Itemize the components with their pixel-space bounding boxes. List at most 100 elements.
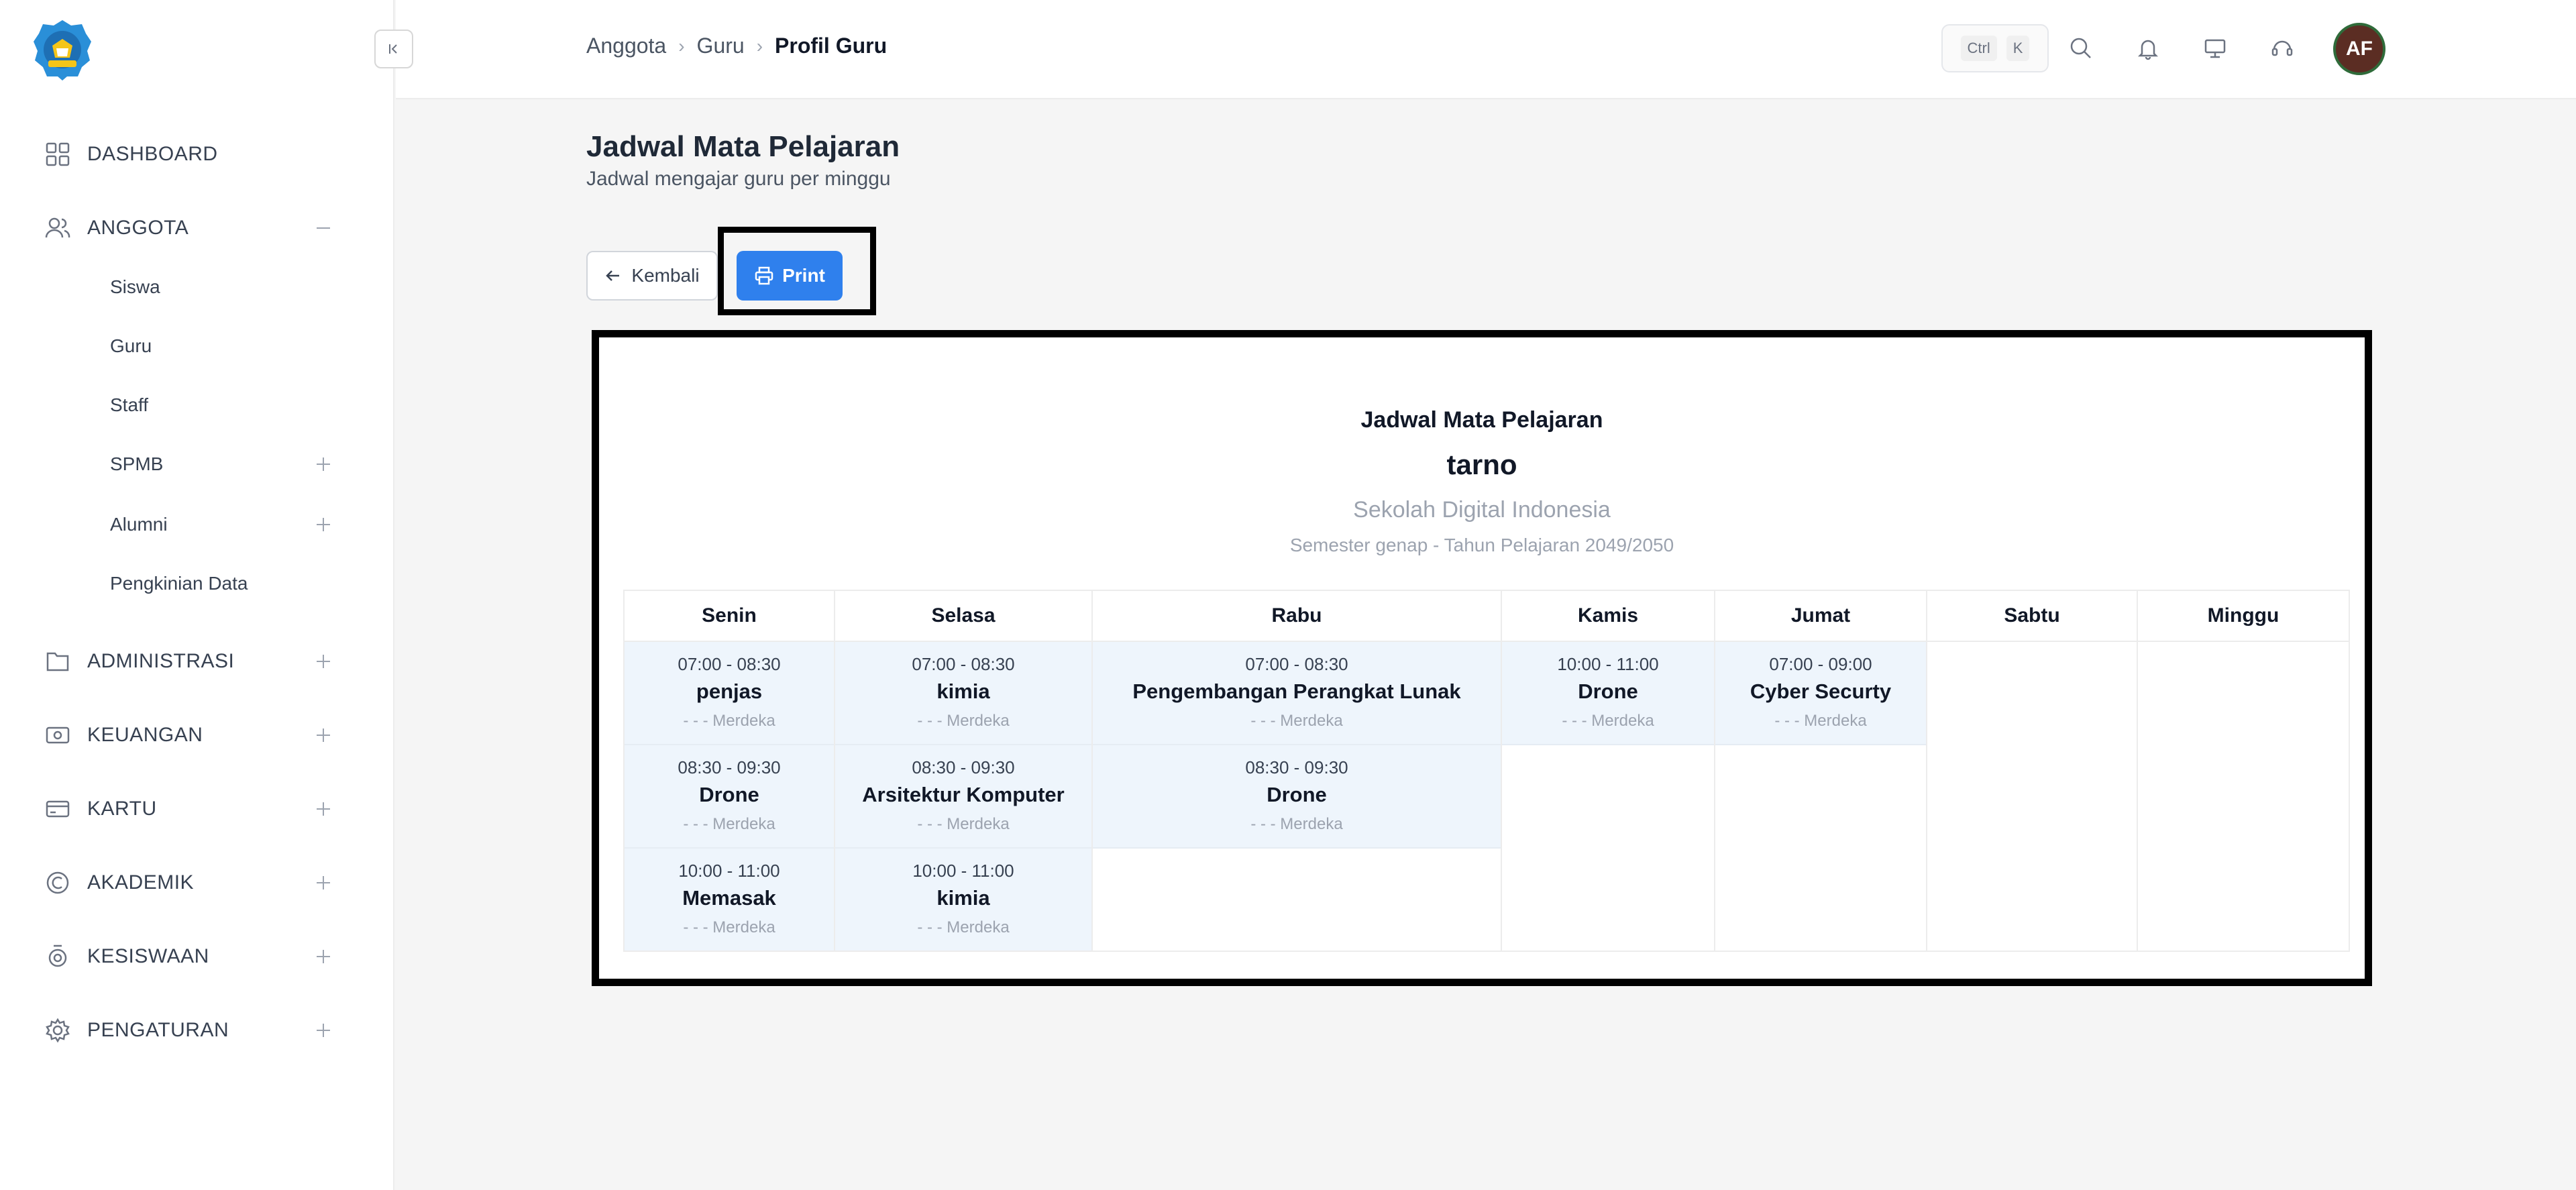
plus-icon[interactable] [313, 1020, 334, 1041]
entry-time: 08:30 - 09:30 [678, 757, 781, 777]
page-subtitle: Jadwal mengajar guru per minggu [586, 168, 891, 190]
entry-subject: penjas [696, 680, 763, 703]
entry-subject: Pengembangan Perangkat Lunak [1132, 680, 1461, 703]
print-button[interactable]: Print [737, 251, 843, 301]
schedule-title: Jadwal Mata Pelajaran [1360, 407, 1603, 433]
plus-icon[interactable] [313, 453, 334, 475]
sidebar-item-label: KESISWAAN [87, 945, 209, 967]
schedule-entry[interactable]: 10:00 - 11:00 kimia - - - Merdeka [835, 849, 1091, 952]
shortcut-key-ctrl: Ctrl [1960, 36, 1997, 61]
entry-curriculum: - - - Merdeka [683, 712, 775, 730]
collapse-sidebar-button[interactable] [374, 30, 413, 68]
card-icon [43, 794, 72, 824]
schedule-entry[interactable]: 07:00 - 08:30 kimia - - - Merdeka [835, 642, 1091, 745]
entry-time: 07:00 - 08:30 [678, 654, 781, 674]
entry-subject: Arsitektur Komputer [862, 783, 1065, 806]
sidebar-subitem-label: Staff [110, 394, 149, 415]
sidebar-item-label: PENGATURAN [87, 1019, 229, 1041]
sidebar-item-akademik[interactable]: AKADEMIK [43, 863, 352, 903]
entry-subject: Drone [699, 783, 759, 806]
entry-time: 10:00 - 11:00 [678, 861, 780, 881]
day-header: Rabu [1093, 590, 1501, 642]
school-logo[interactable] [32, 19, 93, 82]
breadcrumb-guru[interactable]: Guru [697, 34, 745, 58]
sidebar-subitem-label: Siswa [110, 276, 160, 297]
sidebar-subitem-label: Guru [110, 335, 152, 356]
breadcrumb-separator: › [678, 35, 685, 56]
schedule-entry[interactable]: 08:30 - 09:30 Arsitektur Komputer - - - Me… [835, 745, 1091, 849]
sidebar-subitem-guru[interactable]: Guru [110, 327, 352, 365]
entry-subject: Drone [1578, 680, 1638, 703]
schedule-entry[interactable]: 10:00 - 11:00 Drone - - - Merdeka [1502, 642, 1714, 745]
entry-curriculum: - - - Merdeka [917, 712, 1010, 730]
support-icon[interactable] [2266, 32, 2298, 64]
entry-curriculum: - - - Merdeka [1250, 712, 1343, 730]
sidebar-item-kesiswaan[interactable]: KESISWAAN [43, 936, 352, 977]
day-header: Kamis [1502, 590, 1714, 642]
entry-time: 08:30 - 09:30 [1245, 757, 1348, 777]
sidebar-subitem-alumni[interactable]: Alumni [110, 506, 352, 543]
day-header: Sabtu [1927, 590, 2137, 642]
sidebar-item-dashboard[interactable]: DASHBOARD [43, 134, 352, 174]
page-title: Jadwal Mata Pelajaran [586, 130, 900, 163]
sidebar-subitem-staff[interactable]: Staff [110, 386, 352, 424]
badge-icon [43, 942, 72, 971]
entry-subject: kimia [936, 680, 990, 703]
schedule-entry[interactable]: 08:30 - 09:30 Drone - - - Merdeka [625, 745, 834, 849]
plus-icon[interactable] [313, 651, 334, 672]
sidebar-item-label: AKADEMIK [87, 871, 195, 894]
sidebar-subitem-spmb[interactable]: SPMB [110, 445, 352, 483]
breadcrumb-anggota[interactable]: Anggota [586, 34, 666, 58]
schedule-entry[interactable]: 07:00 - 08:30 Pengembangan Perangkat Luna… [1093, 642, 1501, 745]
breadcrumb-profil-guru: Profil Guru [775, 34, 888, 58]
monitor-icon[interactable] [2199, 32, 2231, 64]
day-column-jumat: Jumat 07:00 - 09:00 Cyber Securty - - - Mer… [1714, 590, 1926, 952]
bell-icon[interactable] [2132, 32, 2164, 64]
avatar[interactable]: AF [2333, 23, 2385, 75]
plus-icon[interactable] [313, 798, 334, 820]
sidebar-item-label: KEUANGAN [87, 724, 203, 746]
sidebar-item-kartu[interactable]: KARTU [43, 789, 352, 829]
back-button[interactable]: Kembali [586, 251, 718, 301]
sidebar-item-keuangan[interactable]: KEUANGAN [43, 715, 352, 755]
day-header: Jumat [1715, 590, 1926, 642]
entry-time: 10:00 - 11:00 [912, 861, 1014, 881]
plus-icon[interactable] [313, 872, 334, 894]
table-bottom-border [623, 951, 2350, 952]
breadcrumb: Anggota › Guru › Profil Guru [586, 34, 887, 58]
entry-curriculum: - - - Merdeka [917, 815, 1010, 833]
sidebar-subitem-pengkinian-data[interactable]: Pengkinian Data [110, 565, 352, 602]
day-column-selasa: Selasa 07:00 - 08:30 kimia - - - Merdeka 08:… [834, 590, 1091, 952]
day-header: Selasa [835, 590, 1091, 642]
sidebar-subitem-siswa[interactable]: Siswa [110, 268, 352, 306]
sidebar: DASHBOARD ANGGOTA ADMINISTRASI KEUANGAN KART… [0, 0, 394, 1190]
day-header: Senin [625, 590, 834, 642]
entry-curriculum: - - - Merdeka [917, 918, 1010, 936]
entry-time: 07:00 - 08:30 [912, 654, 1015, 674]
schedule-entry[interactable]: 07:00 - 08:30 penjas - - - Merdeka [625, 642, 834, 745]
sidebar-item-label: ANGGOTA [87, 217, 189, 239]
search-shortcut[interactable]: Ctrl K [1941, 24, 2049, 72]
entry-time: 08:30 - 09:30 [912, 757, 1015, 777]
entry-time: 07:00 - 08:30 [1245, 654, 1348, 674]
entry-subject: Memasak [682, 886, 776, 910]
schedule-entry[interactable]: 08:30 - 09:30 Drone - - - Merdeka [1093, 745, 1501, 849]
day-column-rabu: Rabu 07:00 - 08:30 Pengembangan Perangkat … [1091, 590, 1501, 952]
sidebar-item-anggota[interactable]: ANGGOTA [43, 208, 352, 248]
schedule-entry[interactable]: 07:00 - 09:00 Cyber Securty - - - Merdeka [1715, 642, 1926, 745]
entry-subject: Cyber Securty [1750, 680, 1892, 703]
day-column-kamis: Kamis 10:00 - 11:00 Drone - - - Merdeka [1501, 590, 1714, 952]
sidebar-item-label: ADMINISTRASI [87, 650, 235, 672]
semester-info: Semester genap - Tahun Pelajaran 2049/20… [1289, 535, 1674, 555]
sidebar-item-pengaturan[interactable]: PENGATURAN [43, 1010, 352, 1050]
schedule-entry[interactable]: 10:00 - 11:00 Memasak - - - Merdeka [625, 849, 834, 952]
day-column-senin: Senin 07:00 - 08:30 penjas - - - Merdeka 08:… [623, 590, 834, 952]
plus-icon[interactable] [313, 514, 334, 535]
minus-icon[interactable] [313, 217, 334, 239]
plus-icon[interactable] [313, 946, 334, 967]
teacher-name: tarno [1446, 449, 1517, 480]
search-icon[interactable] [2065, 32, 2097, 64]
plus-icon[interactable] [313, 724, 334, 746]
sidebar-item-administrasi[interactable]: ADMINISTRASI [43, 641, 352, 682]
money-icon [43, 720, 72, 750]
